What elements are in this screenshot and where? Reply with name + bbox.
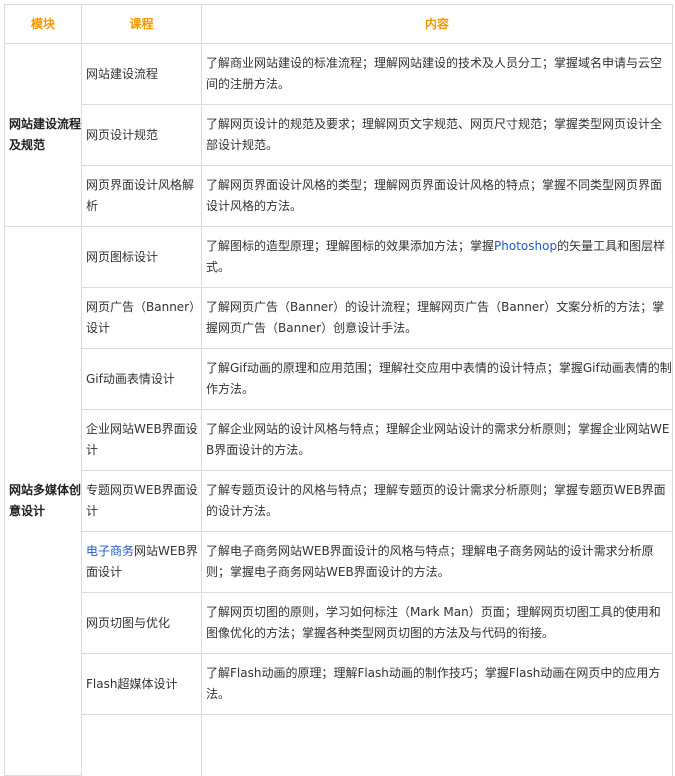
course-cell: 电子商务网站WEB界面设计 [81, 531, 202, 593]
header-row: 模块 课程 内容 [4, 4, 673, 44]
table-row-partial [5, 714, 673, 776]
module-cell: 网站建设流程及规范 [4, 43, 82, 227]
table-row: Flash超媒体设计 了解Flash动画的原理；理解Flash动画的制作技巧；掌… [5, 653, 673, 715]
content-cell: 了解网页广告（Banner）的设计流程；理解网页广告（Banner）文案分析的方… [201, 287, 673, 349]
content-cell: 了解电子商务网站WEB界面设计的风格与特点；理解电子商务网站的设计需求分析原则；… [201, 531, 673, 593]
course-cell: 网页界面设计风格解析 [81, 165, 202, 227]
content-cell: 了解企业网站的设计风格与特点；理解企业网站设计的需求分析原则；掌握企业网站WEB… [201, 409, 673, 471]
table-row: 网站多媒体创意设计 网页图标设计 了解图标的造型原理；理解图标的效果添加方法；掌… [4, 226, 673, 776]
ecommerce-link[interactable]: 电子商务 [86, 544, 134, 558]
course-cell: Flash超媒体设计 [81, 653, 202, 715]
header-content: 内容 [201, 4, 673, 44]
module-cell: 网站多媒体创意设计 [4, 226, 82, 776]
course-cell: 网页图标设计 [81, 226, 202, 288]
table-row: 电子商务网站WEB界面设计 了解电子商务网站WEB界面设计的风格与特点；理解电子… [5, 531, 673, 593]
course-cell: Gif动画表情设计 [81, 348, 202, 410]
table-row: 网页设计规范 了解网页设计的规范及要求；理解网页文字规范、网页尺寸规范；掌握类型… [5, 104, 673, 166]
header-module: 模块 [4, 4, 82, 44]
content-cell: 了解商业网站建设的标准流程；理解网站建设的技术及人员分工；掌握域名申请与云空间的… [201, 43, 673, 105]
table-row: 网页切图与优化 了解网页切图的原则，学习如何标注（Mark Man）页面；理解网… [5, 592, 673, 654]
content-cell: 了解网页切图的原则，学习如何标注（Mark Man）页面；理解网页切图工具的使用… [201, 592, 673, 654]
table-row: 网站建设流程及规范 网站建设流程 了解商业网站建设的标准流程；理解网站建设的技术… [4, 43, 673, 227]
course-cell-empty [81, 714, 202, 776]
photoshop-link[interactable]: Photoshop [494, 239, 557, 253]
course-cell: 网页切图与优化 [81, 592, 202, 654]
content-cell: 了解网页界面设计风格的类型；理解网页界面设计风格的特点；掌握不同类型网页界面设计… [201, 165, 673, 227]
table-row: 网页广告（Banner）设计 了解网页广告（Banner）的设计流程；理解网页广… [5, 287, 673, 349]
table-row: 企业网站WEB界面设计 了解企业网站的设计风格与特点；理解企业网站设计的需求分析… [5, 409, 673, 471]
content-cell: 了解Flash动画的原理；理解Flash动画的制作技巧；掌握Flash动画在网页… [201, 653, 673, 715]
content-cell: 了解Gif动画的原理和应用范围；理解社交应用中表情的设计特点；掌握Gif动画表情… [201, 348, 673, 410]
content-cell-empty [201, 714, 673, 776]
course-cell: 专题网页WEB界面设计 [81, 470, 202, 532]
table-row: Gif动画表情设计 了解Gif动画的原理和应用范围；理解社交应用中表情的设计特点… [5, 348, 673, 410]
course-cell: 网页设计规范 [81, 104, 202, 166]
content-text: 了解图标的造型原理；理解图标的效果添加方法；掌握 [206, 239, 495, 253]
course-cell: 网页广告（Banner）设计 [81, 287, 202, 349]
table-row: 专题网页WEB界面设计 了解专题页设计的风格与特点；理解专题页的设计需求分析原则… [5, 470, 673, 532]
course-cell: 企业网站WEB界面设计 [81, 409, 202, 471]
table-row: 网页界面设计风格解析 了解网页界面设计风格的类型；理解网页界面设计风格的特点；掌… [5, 165, 673, 227]
header-course: 课程 [81, 4, 202, 44]
course-cell: 网站建设流程 [81, 43, 202, 105]
content-cell: 了解网页设计的规范及要求；理解网页文字规范、网页尺寸规范；掌握类型网页设计全部设… [201, 104, 673, 166]
content-cell: 了解专题页设计的风格与特点；理解专题页的设计需求分析原则；掌握专题页WEB界面的… [201, 470, 673, 532]
curriculum-table: 模块 课程 内容 网站建设流程及规范 网站建设流程 了解商业网站建设的标准流程；… [4, 4, 673, 776]
content-cell: 了解图标的造型原理；理解图标的效果添加方法；掌握Photoshop的矢量工具和图… [201, 226, 673, 288]
